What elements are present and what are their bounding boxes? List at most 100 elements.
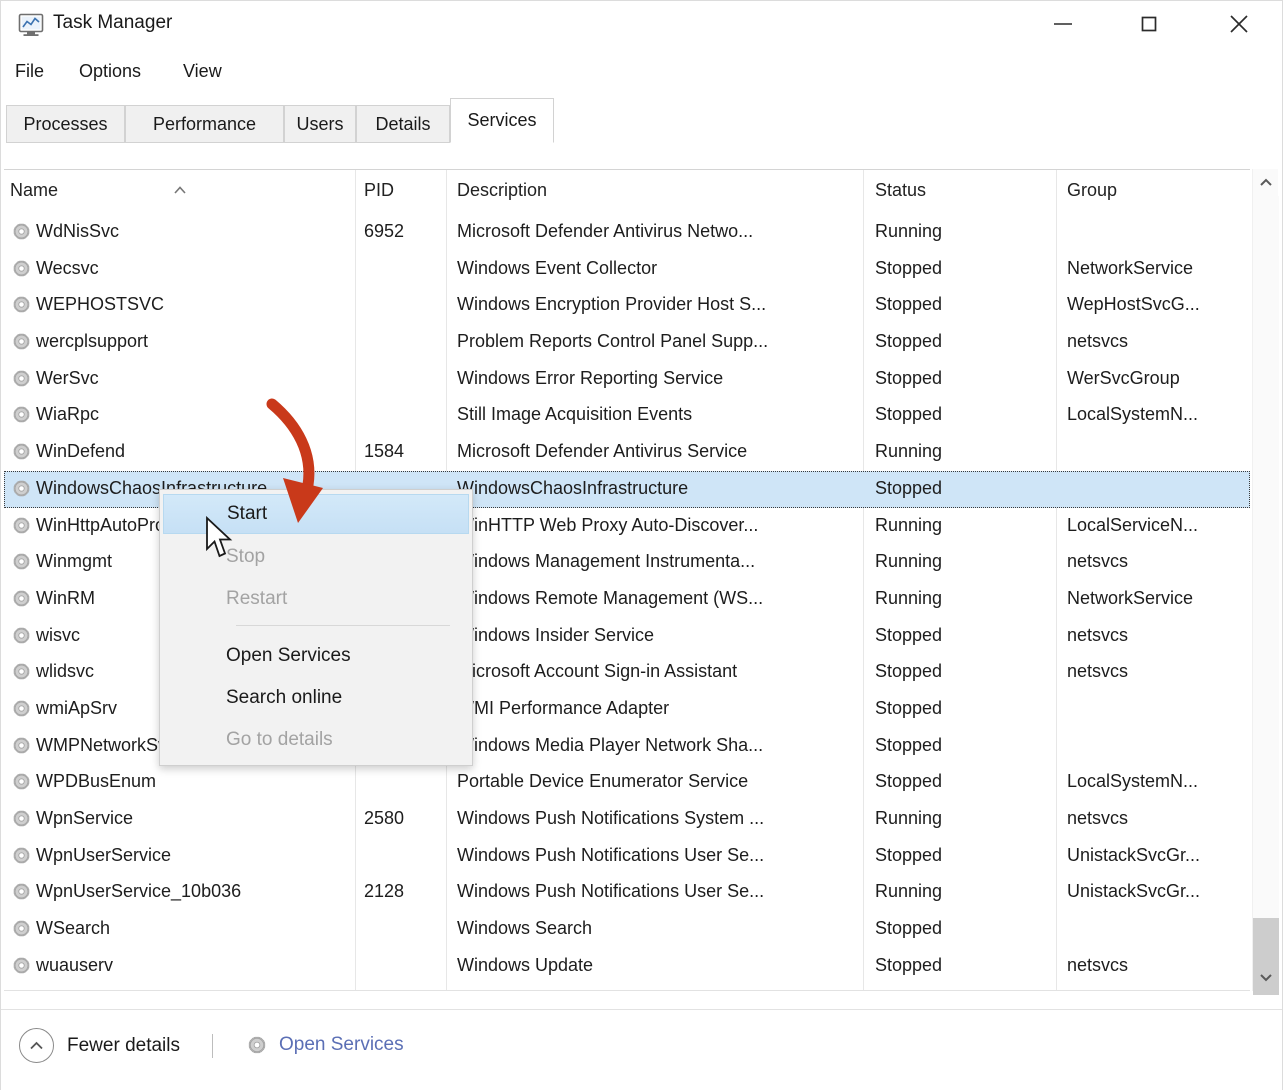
scroll-up-icon[interactable]: [1253, 169, 1279, 196]
table-row[interactable]: WdNisSvc 6952 Microsoft Defender Antivir…: [4, 214, 1250, 251]
service-gear-icon: [11, 955, 32, 976]
service-gear-icon: [11, 221, 32, 242]
service-gear-icon: [11, 808, 32, 829]
service-gear-icon: [11, 845, 32, 866]
service-group: netsvcs: [1067, 955, 1128, 976]
open-services-link[interactable]: Open Services: [235, 1034, 404, 1056]
title-bar: Task Manager: [1, 1, 1282, 49]
vertical-scrollbar[interactable]: [1252, 169, 1278, 991]
service-gear-icon: [11, 478, 32, 499]
service-description: Windows Insider Service: [457, 625, 654, 646]
service-status: Stopped: [875, 955, 942, 976]
service-description: Windows Push Notifications System ...: [457, 808, 764, 829]
service-pid: 6952: [364, 221, 404, 242]
service-description: Windows Push Notifications User Se...: [457, 881, 764, 902]
service-name: WSearch: [36, 918, 110, 939]
column-header-row: Name PID Description Status Group: [4, 170, 1250, 214]
service-status: Stopped: [875, 625, 942, 646]
service-name: WMPNetworkSvc: [36, 735, 176, 756]
service-name: wlidsvc: [36, 661, 94, 682]
column-header-description[interactable]: Description: [457, 180, 547, 201]
service-status: Stopped: [875, 258, 942, 279]
tab-strip: Processes Performance Users Details Serv…: [1, 97, 1282, 143]
service-gear-icon: [11, 698, 32, 719]
column-header-name[interactable]: Name: [10, 180, 58, 201]
service-name: WerSvc: [36, 368, 99, 389]
fewer-details-button[interactable]: Fewer details: [19, 1028, 180, 1063]
scroll-down-icon[interactable]: [1253, 964, 1279, 991]
tab-performance[interactable]: Performance: [125, 105, 284, 143]
service-description: Windows Encryption Provider Host S...: [457, 294, 766, 315]
table-row[interactable]: WSearch Windows Search Stopped: [4, 911, 1250, 948]
tab-services[interactable]: Services: [450, 98, 554, 143]
service-status: Running: [875, 808, 942, 829]
service-status: Running: [875, 551, 942, 572]
menu-options[interactable]: Options: [79, 61, 141, 82]
service-group: WerSvcGroup: [1067, 368, 1180, 389]
column-header-group[interactable]: Group: [1067, 180, 1117, 201]
service-pid: 2128: [364, 881, 404, 902]
service-name: wmiApSrv: [36, 698, 117, 719]
service-status: Running: [875, 588, 942, 609]
service-status: Stopped: [875, 735, 942, 756]
service-gear-icon: [11, 294, 32, 315]
table-row[interactable]: WpnUserService_10b036 2128 Windows Push …: [4, 874, 1250, 911]
service-status: Running: [875, 441, 942, 462]
service-status: Stopped: [875, 331, 942, 352]
service-group: LocalServiceN...: [1067, 515, 1198, 536]
service-group: UnistackSvcGr...: [1067, 845, 1200, 866]
service-name: WEPHOSTSVC: [36, 294, 164, 315]
maximize-button[interactable]: [1126, 5, 1172, 43]
service-name: WpnService: [36, 808, 133, 829]
table-row[interactable]: Wecsvc Windows Event Collector Stopped N…: [4, 251, 1250, 288]
service-name: WinDefend: [36, 441, 125, 462]
context-menu-item-search-online[interactable]: Search online: [163, 678, 469, 718]
service-gear-icon: [11, 404, 32, 425]
menu-view[interactable]: View: [183, 61, 222, 82]
service-status: Running: [875, 881, 942, 902]
service-name: wisvc: [36, 625, 80, 646]
service-status: Stopped: [875, 845, 942, 866]
column-header-pid[interactable]: PID: [364, 180, 394, 201]
service-name: WdNisSvc: [36, 221, 119, 242]
table-row[interactable]: WPDBusEnum Portable Device Enumerator Se…: [4, 764, 1250, 801]
context-menu-item-restart: Restart: [163, 579, 469, 619]
menu-bar: File Options View: [1, 51, 1282, 93]
tab-processes[interactable]: Processes: [6, 105, 125, 143]
service-status: Running: [875, 221, 942, 242]
task-manager-icon: [18, 13, 44, 37]
sort-ascending-icon: [172, 180, 188, 192]
table-row[interactable]: WpnService 2580 Windows Push Notificatio…: [4, 801, 1250, 838]
context-menu-item-open-services[interactable]: Open Services: [163, 636, 469, 676]
footer-divider: [212, 1034, 213, 1058]
service-name: Winmgmt: [36, 551, 112, 572]
table-row[interactable]: WEPHOSTSVC Windows Encryption Provider H…: [4, 287, 1250, 324]
service-gear-icon: [11, 735, 32, 756]
service-status: Stopped: [875, 478, 942, 499]
service-group: netsvcs: [1067, 551, 1128, 572]
table-row[interactable]: WpnUserService Windows Push Notification…: [4, 838, 1250, 875]
service-name: WPDBusEnum: [36, 771, 156, 792]
service-group: netsvcs: [1067, 331, 1128, 352]
scrollbar-track[interactable]: [1253, 196, 1279, 964]
service-name: WpnUserService_10b036: [36, 881, 241, 902]
table-row[interactable]: WerSvc Windows Error Reporting Service S…: [4, 361, 1250, 398]
service-group: LocalSystemN...: [1067, 404, 1198, 425]
service-description: WinHTTP Web Proxy Auto-Discover...: [457, 515, 758, 536]
service-gear-icon: [11, 661, 32, 682]
column-header-status[interactable]: Status: [875, 180, 926, 201]
table-row[interactable]: WiaRpc Still Image Acquisition Events St…: [4, 397, 1250, 434]
menu-file[interactable]: File: [15, 61, 44, 82]
table-row[interactable]: WinDefend 1584 Microsoft Defender Antivi…: [4, 434, 1250, 471]
minimize-button[interactable]: [1040, 5, 1086, 43]
task-manager-window: Task Manager File Options View Processes…: [0, 0, 1283, 1090]
table-row[interactable]: wuauserv Windows Update Stopped netsvcs: [4, 948, 1250, 985]
close-icon[interactable]: [1216, 5, 1262, 43]
service-status: Running: [875, 515, 942, 536]
table-row[interactable]: wercplsupport Problem Reports Control Pa…: [4, 324, 1250, 361]
tab-details[interactable]: Details: [356, 105, 450, 143]
fewer-details-label: Fewer details: [67, 1035, 180, 1057]
tab-users[interactable]: Users: [284, 105, 356, 143]
service-description: WindowsChaosInfrastructure: [457, 478, 688, 499]
chevron-up-icon: [19, 1028, 54, 1063]
